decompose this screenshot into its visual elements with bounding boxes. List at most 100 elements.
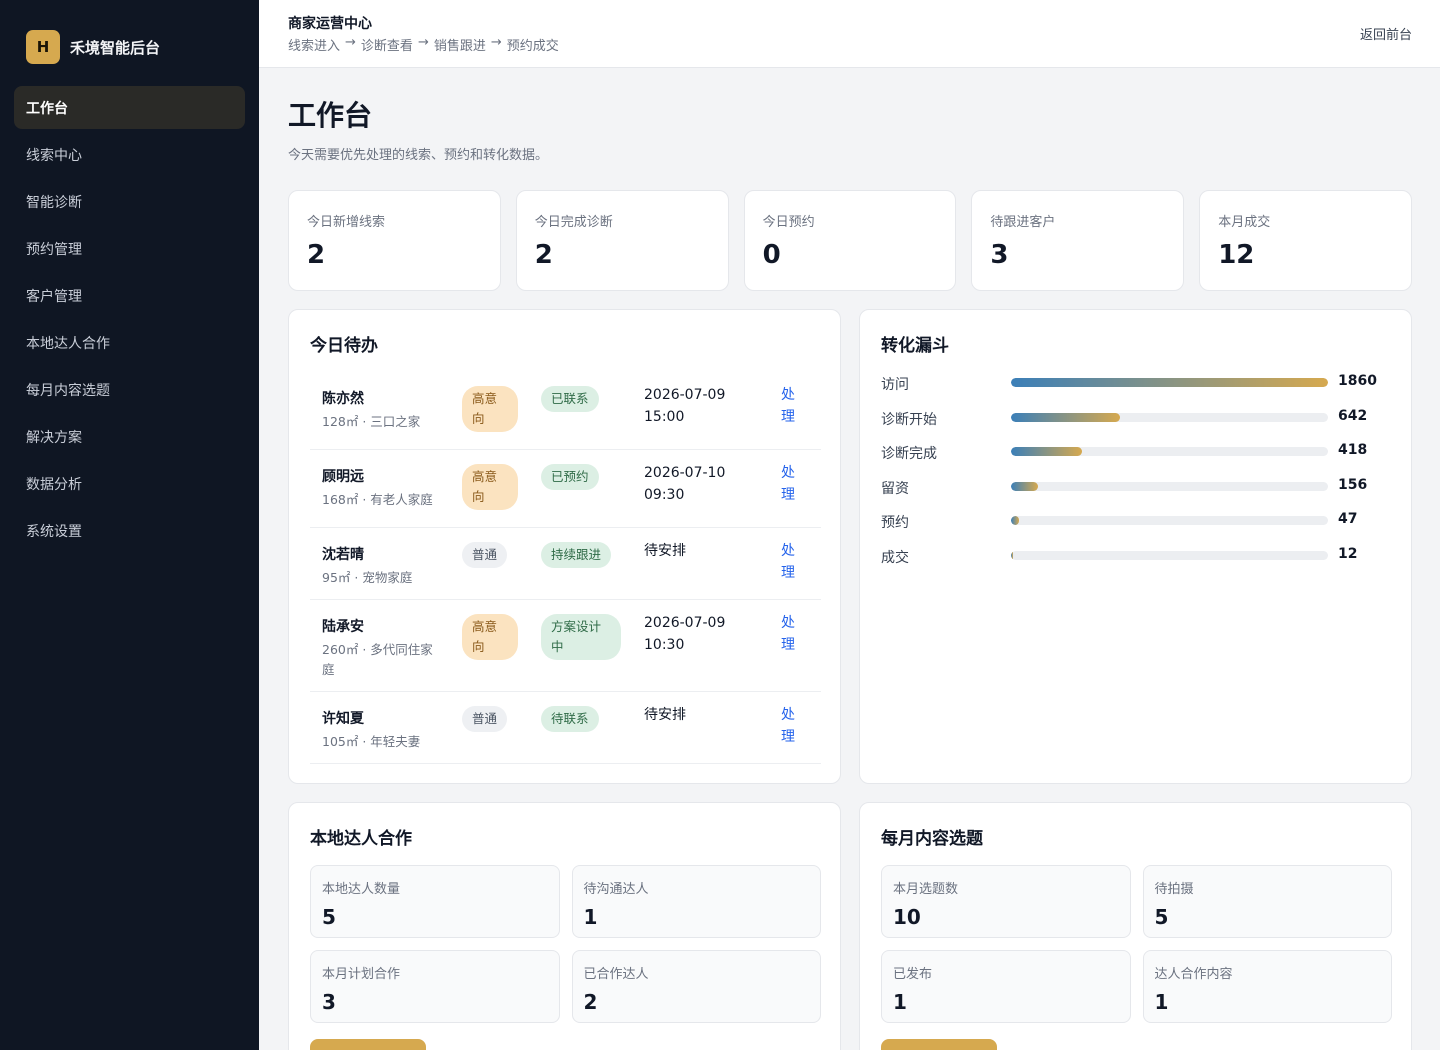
funnel-stage-value: 418 (1338, 442, 1368, 458)
table-row: 许知夏 105㎡ · 年轻夫妻 普通 待联系 待安排 处理 (310, 692, 821, 764)
appointment-time: 2026-07-10 09:30 (644, 465, 726, 503)
status-badge: 持续跟进 (541, 542, 612, 568)
status-badge: 已预约 (541, 464, 599, 490)
sidebar-item-solutions[interactable]: 解决方案 (14, 415, 245, 458)
back-to-frontend-link[interactable]: 返回前台 (1360, 24, 1412, 43)
customer-desc: 260㎡ · 多代同住家庭 (322, 642, 433, 677)
metric-value: 2 (583, 990, 598, 1014)
stat-value: 12 (1218, 240, 1255, 270)
metric-tile: 已合作达人 2 (571, 950, 821, 1023)
metric-tile: 待沟通达人 1 (571, 865, 821, 938)
process-button[interactable]: 处理 (781, 384, 797, 428)
funnel-bar-track (1011, 550, 1328, 560)
table-row: 沈若晴 95㎡ · 宠物家庭 普通 持续跟进 待安排 处理 (310, 528, 821, 600)
page-subtitle: 今天需要优先处理的线索、预约和转化数据。 (288, 148, 549, 163)
intent-badge: 高意向 (462, 614, 518, 660)
funnel-stage-label: 预约 (881, 515, 909, 531)
sidebar-item-kol[interactable]: 本地达人合作 (14, 321, 245, 364)
funnel-bar-track (1011, 481, 1328, 491)
sidebar-item-settings[interactable]: 系统设置 (14, 509, 245, 552)
funnel-stage: 诊断完成 418 (881, 439, 1392, 474)
metric-label: 待沟通达人 (583, 882, 649, 897)
sidebar-item-workbench[interactable]: 工作台 (14, 86, 245, 129)
stat-card-pending-followup: 待跟进客户 3 (971, 190, 1185, 291)
stat-label: 今日新增线索 (307, 215, 386, 230)
kol-title: 本地达人合作 (310, 829, 412, 849)
metric-tile: 已发布 1 (881, 950, 1131, 1023)
breadcrumb-step: 销售跟进 (433, 39, 486, 54)
topbar-title: 商家运营中心 (288, 16, 372, 32)
appointment-time: 2026-07-09 10:30 (644, 615, 726, 653)
sidebar-item-leads[interactable]: 线索中心 (14, 133, 245, 176)
metric-label: 本月选题数 (893, 882, 959, 897)
funnel-title: 转化漏斗 (881, 336, 949, 356)
customer-desc: 105㎡ · 年轻夫妻 (322, 734, 421, 749)
appointment-time: 2026-07-09 15:00 (644, 387, 726, 425)
stat-label: 待跟进客户 (990, 215, 1056, 230)
stat-card-diagnosis-done: 今日完成诊断 2 (515, 190, 729, 291)
stat-value: 3 (990, 240, 1009, 270)
intent-badge: 普通 (462, 706, 508, 732)
content-topics-card: 每月内容选题 本月选题数 10 待拍摄 5 已发布 1 达人合作内容 1 (859, 802, 1412, 1050)
breadcrumb: 线索进入 → 诊断查看 → 销售跟进 → 预约成交 (288, 35, 559, 54)
metric-tile: 本月选题数 10 (881, 865, 1131, 938)
brand-name: 禾境智能后台 (70, 38, 161, 57)
stat-cards: 今日新增线索 2 今日完成诊断 2 今日预约 0 待跟进客户 3 本月成交 12 (288, 190, 1412, 291)
funnel-bar-track (1011, 378, 1328, 387)
process-button[interactable]: 处理 (781, 612, 797, 656)
customer-desc: 128㎡ · 三口之家 (322, 414, 421, 429)
funnel-bar-fill (1011, 550, 1014, 560)
sidebar-item-content-topics[interactable]: 每月内容选题 (14, 368, 245, 411)
funnel-stage: 诊断开始 642 (881, 405, 1392, 440)
funnel-bar-fill (1011, 412, 1121, 422)
funnel-stage-label: 成交 (881, 549, 909, 566)
customer-name: 陆承安 (322, 619, 364, 635)
metric-label: 本地达人数量 (322, 882, 401, 897)
sidebar-item-customers[interactable]: 客户管理 (14, 274, 245, 317)
arrow-right-icon: → (345, 35, 356, 50)
funnel-card: 转化漏斗 访问 1860 诊断开始 642 诊断完成 418 留资 156 预约… (859, 309, 1412, 784)
appointment-time: 待安排 (644, 543, 686, 559)
customer-name: 沈若晴 (322, 547, 364, 563)
appointment-time: 待安排 (644, 707, 686, 723)
kol-metrics: 本地达人数量 5 待沟通达人 1 本月计划合作 3 已合作达人 2 (310, 865, 821, 1023)
funnel-stage-label: 诊断开始 (881, 411, 937, 428)
metric-label: 达人合作内容 (1154, 967, 1233, 982)
funnel-stage-value: 12 (1338, 545, 1358, 562)
stat-label: 本月成交 (1218, 215, 1271, 230)
stat-label: 今日完成诊断 (534, 215, 613, 230)
stat-value: 0 (762, 240, 781, 270)
kol-action-button[interactable] (310, 1039, 426, 1050)
metric-label: 待拍摄 (1154, 882, 1194, 897)
todo-list: 陈亦然 128㎡ · 三口之家 高意向 已联系 2026-07-09 15:00… (310, 372, 821, 764)
content-action-button[interactable] (881, 1039, 997, 1050)
metric-label: 本月计划合作 (322, 967, 401, 982)
process-button[interactable]: 处理 (781, 704, 797, 748)
sidebar-item-appointments[interactable]: 预约管理 (14, 227, 245, 270)
funnel-list: 访问 1860 诊断开始 642 诊断完成 418 留资 156 预约 47 成… (881, 370, 1392, 577)
page-title: 工作台 (288, 99, 373, 132)
process-button[interactable]: 处理 (781, 462, 797, 506)
content-metrics: 本月选题数 10 待拍摄 5 已发布 1 达人合作内容 1 (881, 865, 1392, 1023)
customer-name: 陈亦然 (322, 391, 364, 407)
table-row: 陈亦然 128㎡ · 三口之家 高意向 已联系 2026-07-09 15:00… (310, 372, 821, 450)
sidebar-item-analytics[interactable]: 数据分析 (14, 462, 245, 505)
customer-desc: 168㎡ · 有老人家庭 (322, 492, 433, 507)
stat-value: 2 (534, 240, 553, 270)
status-badge: 方案设计中 (541, 614, 621, 660)
sidebar-item-diagnosis[interactable]: 智能诊断 (14, 180, 245, 223)
stat-value: 2 (307, 240, 326, 270)
sidebar: H 禾境智能后台 工作台 线索中心 智能诊断 预约管理 客户管理 本地达人合作 … (0, 0, 259, 1050)
process-button[interactable]: 处理 (781, 540, 797, 584)
metric-value: 10 (893, 905, 921, 929)
kol-card: 本地达人合作 本地达人数量 5 待沟通达人 1 本月计划合作 3 已合作达人 2 (288, 802, 841, 1050)
status-badge: 已联系 (541, 386, 599, 412)
funnel-bar-fill (1011, 378, 1328, 387)
brand[interactable]: H 禾境智能后台 (26, 30, 160, 64)
funnel-stage-value: 156 (1338, 476, 1368, 493)
content-topics-title: 每月内容选题 (881, 829, 983, 849)
arrow-right-icon: → (417, 35, 429, 50)
topbar: 商家运营中心 线索进入 → 诊断查看 → 销售跟进 → 预约成交 返回前台 (259, 0, 1440, 68)
customer-desc: 95㎡ · 宠物家庭 (322, 570, 413, 585)
customer-name: 顾明远 (322, 469, 364, 485)
